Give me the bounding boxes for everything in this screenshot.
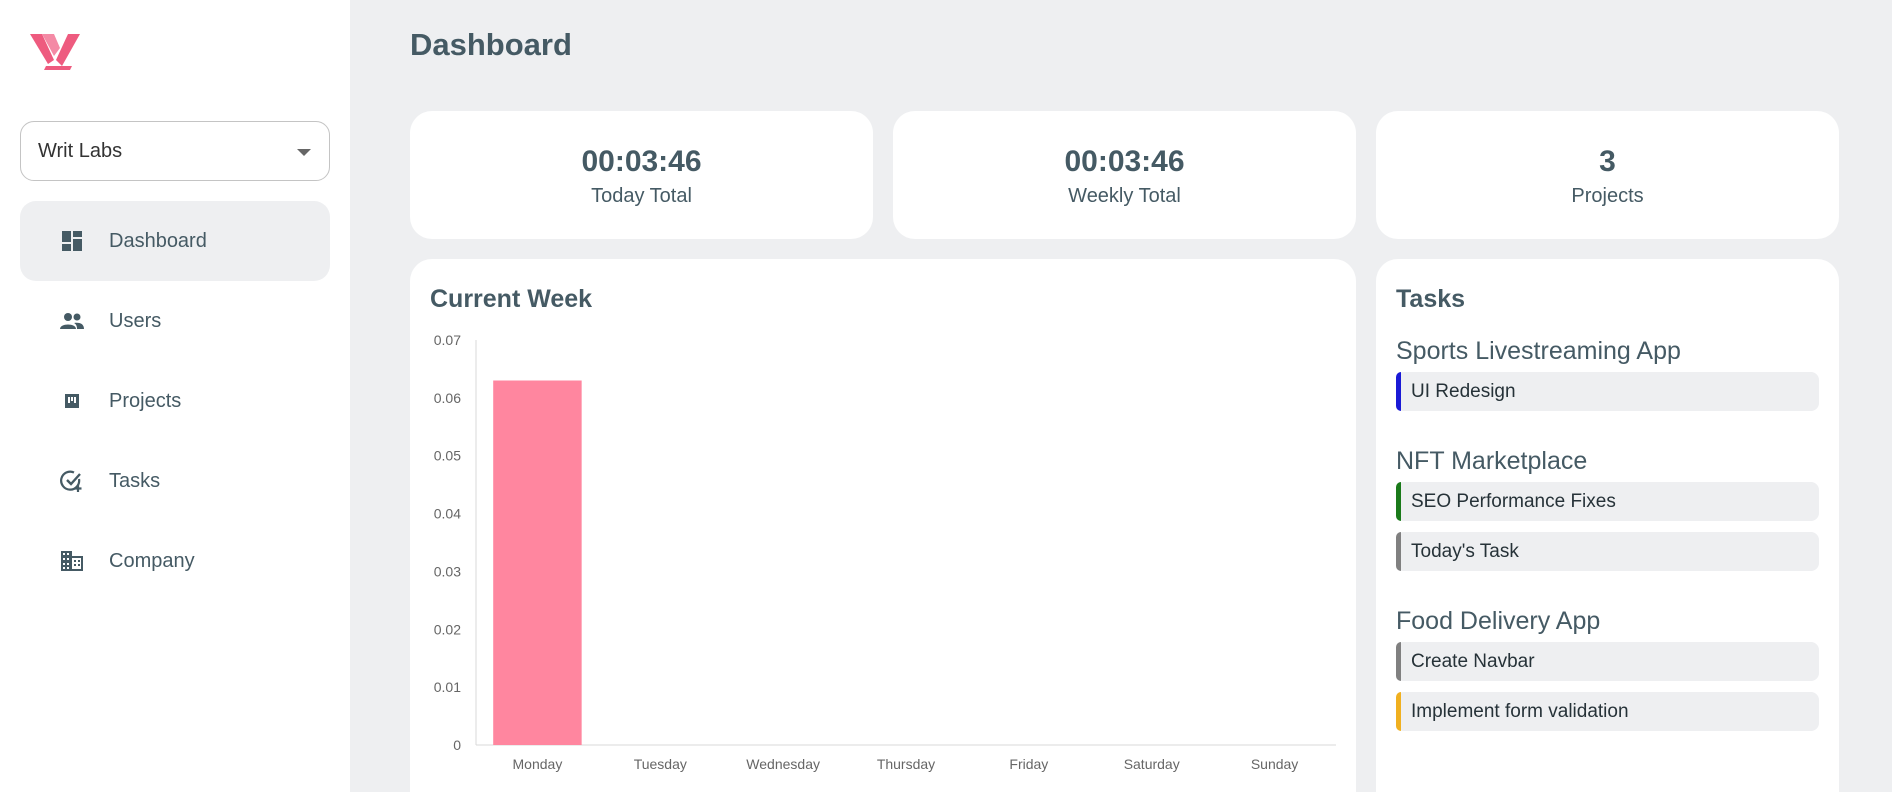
projects-icon [60, 389, 84, 413]
x-tick-label: Tuesday [634, 756, 687, 772]
task-item[interactable]: Create Navbar [1396, 642, 1819, 681]
sidebar-nav: Dashboard Users Projects Tasks Company [20, 201, 330, 601]
x-tick-label: Wednesday [746, 756, 820, 772]
task-group-title: Food Delivery App [1396, 607, 1601, 635]
task-color-stripe [1396, 532, 1401, 571]
y-tick-label: 0.05 [434, 448, 461, 464]
tasks-title: Tasks [1396, 285, 1466, 313]
stat-label: Projects [1571, 185, 1644, 207]
stat-value: 00:03:46 [1064, 145, 1185, 178]
x-tick-label: Thursday [877, 756, 935, 772]
sidebar: Writ Labs Dashboard Users Projects Tasks… [0, 0, 350, 792]
task-group-sports-livestreaming-app: Sports Livestreaming App UI Redesign [1396, 334, 1819, 411]
organization-select-value: Writ Labs [38, 139, 123, 162]
x-tick-label: Sunday [1251, 756, 1298, 772]
writ-logo[interactable] [28, 30, 82, 72]
y-tick-label: 0.06 [434, 390, 461, 406]
stat-value: 3 [1599, 145, 1616, 178]
task-item[interactable]: UI Redesign [1396, 372, 1819, 411]
stat-value: 00:03:46 [581, 145, 702, 178]
task-item[interactable]: SEO Performance Fixes [1396, 482, 1819, 521]
bar-monday [493, 380, 582, 745]
task-check-icon [60, 469, 84, 493]
users-icon [60, 309, 84, 333]
tasks-card: Tasks Sports Livestreaming App UI Redesi… [1376, 259, 1839, 792]
sidebar-item-tasks[interactable]: Tasks [20, 441, 330, 521]
y-tick-label: 0.01 [434, 679, 461, 695]
dashboard-icon [60, 229, 84, 253]
sidebar-item-company[interactable]: Company [20, 521, 330, 601]
sidebar-item-dashboard[interactable]: Dashboard [20, 201, 330, 281]
x-tick-label: Saturday [1124, 756, 1180, 772]
sidebar-item-label: Users [109, 309, 162, 332]
task-group-food-delivery-app: Food Delivery App Create Navbar Implemen… [1396, 604, 1819, 731]
stat-card-today-total: 00:03:46 Today Total [410, 111, 873, 239]
sidebar-item-label: Projects [109, 389, 182, 412]
x-tick-label: Monday [513, 756, 563, 772]
task-label: UI Redesign [1411, 380, 1516, 402]
task-label: Today's Task [1411, 540, 1519, 562]
y-tick-label: 0.03 [434, 563, 461, 579]
task-label: Implement form validation [1411, 700, 1629, 722]
sidebar-item-label: Tasks [109, 469, 161, 492]
y-tick-label: 0.07 [434, 332, 461, 348]
task-label: Create Navbar [1411, 650, 1535, 672]
organization-select[interactable]: Writ Labs [20, 121, 330, 181]
sidebar-item-users[interactable]: Users [20, 281, 330, 361]
current-week-chart-card: Current Week 0 0.01 0.02 0.03 0.04 0.05 0.06 0.… [410, 259, 1356, 792]
sidebar-item-projects[interactable]: Projects [20, 361, 330, 441]
task-group-nft-marketplace: NFT Marketplace SEO Performance Fixes To… [1396, 444, 1819, 571]
y-tick-label: 0.02 [434, 621, 461, 637]
bar-chart: 0 0.01 0.02 0.03 0.04 0.05 0.06 0.07 Monday Tuesd… [434, 332, 1336, 772]
task-color-stripe [1396, 692, 1401, 731]
task-label: SEO Performance Fixes [1411, 490, 1616, 512]
task-color-stripe [1396, 482, 1401, 521]
sidebar-item-label: Company [109, 549, 195, 572]
task-group-title: Sports Livestreaming App [1396, 337, 1681, 365]
y-tick-label: 0.04 [434, 506, 461, 522]
y-tick-label: 0 [453, 737, 461, 753]
task-item[interactable]: Today's Task [1396, 532, 1819, 571]
stat-label: Today Total [591, 185, 692, 207]
task-item[interactable]: Implement form validation [1396, 692, 1819, 731]
page-title: Dashboard [410, 27, 572, 62]
task-group-title: NFT Marketplace [1396, 447, 1588, 475]
task-color-stripe [1396, 372, 1401, 411]
chevron-down-icon [297, 149, 311, 156]
stat-card-weekly-total: 00:03:46 Weekly Total [893, 111, 1356, 239]
company-icon [60, 549, 84, 573]
stat-label: Weekly Total [1068, 185, 1181, 207]
task-color-stripe [1396, 642, 1401, 681]
x-tick-label: Friday [1009, 756, 1048, 772]
sidebar-item-label: Dashboard [109, 229, 207, 252]
stat-card-projects: 3 Projects [1376, 111, 1839, 239]
